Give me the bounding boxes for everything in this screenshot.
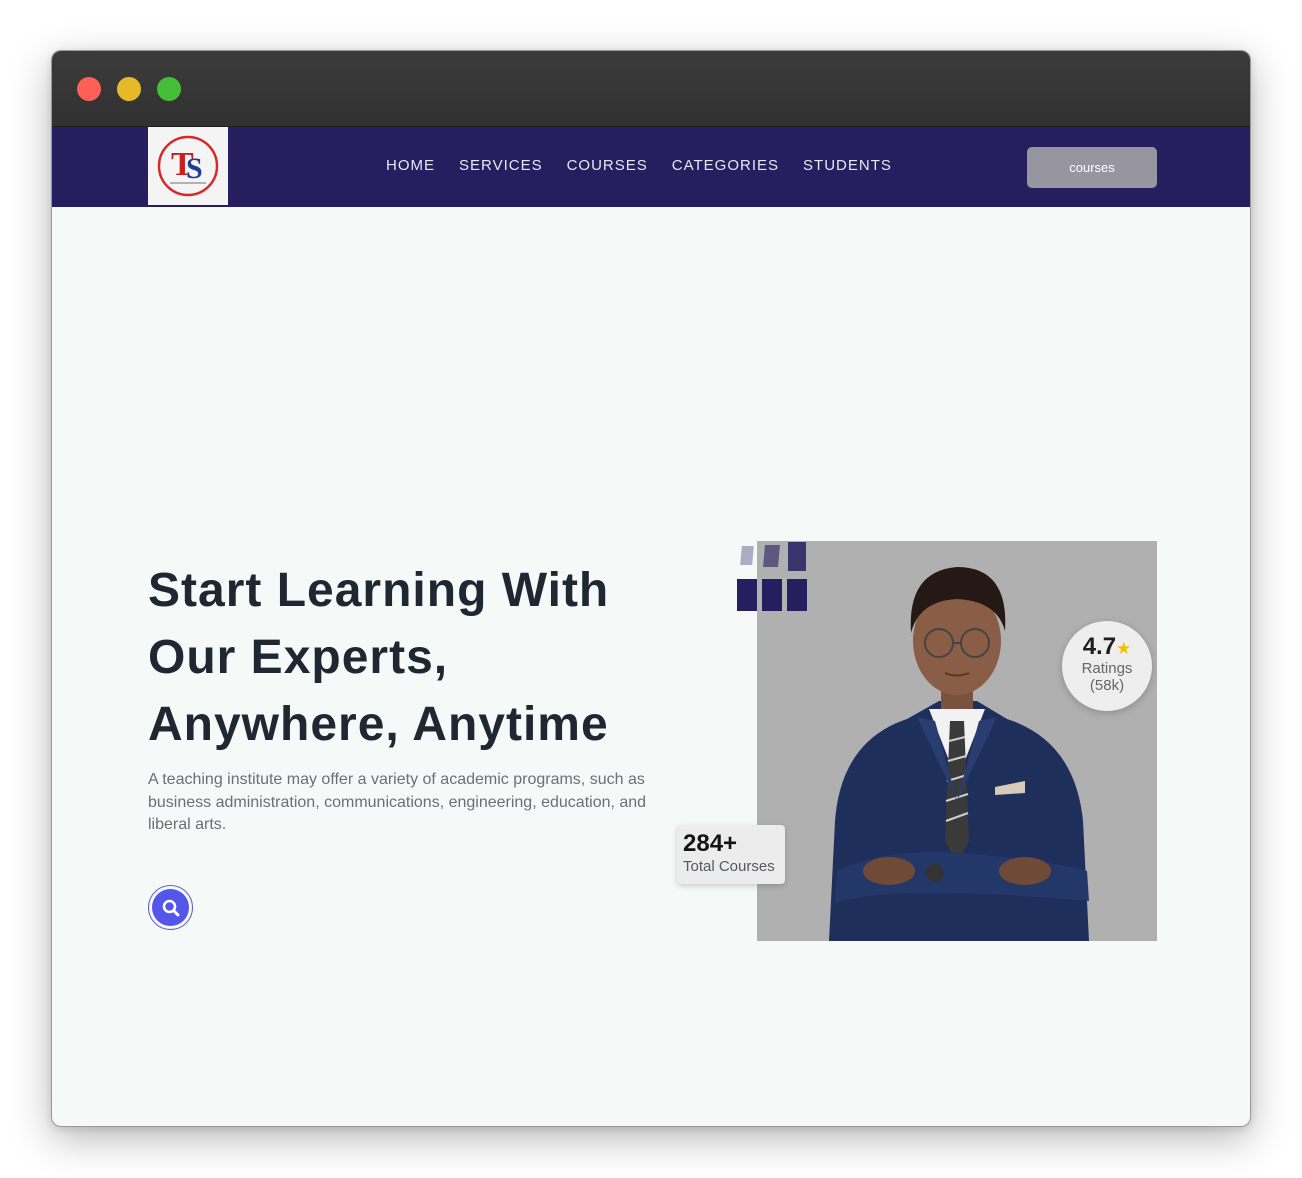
hero-instructor-photo [757,541,1157,941]
nav-categories[interactable]: CATEGORIES [672,157,779,174]
decor-block [787,579,807,611]
svg-text:S: S [186,152,203,185]
hero-title: Start Learning With Our Experts, Anywher… [148,557,668,758]
maximize-window-button[interactable] [157,77,181,101]
search-icon [162,899,179,916]
search-button-fill [152,889,189,926]
hero-title-line: Start Learning With [148,564,610,617]
site-navbar: T S HOME SERVICES COURSES CATEGORIES STU… [52,127,1250,207]
instructor-illustration [757,541,1157,941]
rating-value: 4.7 [1082,633,1117,660]
close-window-button[interactable] [77,77,101,101]
decor-block [740,546,754,565]
nav-menu: HOME SERVICES COURSES CATEGORIES STUDENT… [386,157,916,174]
rating-count: (58k) [1089,677,1125,694]
hero-title-line: Anywhere, Anytime [148,698,609,751]
nav-services[interactable]: SERVICES [459,157,543,174]
decor-block [763,545,780,567]
total-courses-card: 284+ Total Courses [677,825,785,884]
search-button[interactable] [148,885,193,930]
hero-title-line: Our Experts, [148,631,449,684]
ts-logo-icon: T S [157,135,219,197]
courses-button[interactable]: courses [1027,147,1157,188]
nav-students[interactable]: STUDENTS [803,157,892,174]
hero-description: A teaching institute may offer a variety… [148,771,647,833]
total-courses-value: 284+ [683,830,738,857]
decor-block [788,542,806,571]
nav-home[interactable]: HOME [386,157,435,174]
brand-logo[interactable]: T S [148,127,228,205]
decor-block [737,579,757,611]
minimize-window-button[interactable] [117,77,141,101]
browser-window: T S HOME SERVICES COURSES CATEGORIES STU… [51,50,1251,1127]
total-courses-label: Total Courses [683,858,775,875]
nav-courses[interactable]: COURSES [567,157,648,174]
rating-badge: 4.7★ Ratings (58k) [1062,621,1152,711]
rating-label: Ratings [1081,660,1133,677]
decor-block [762,579,782,611]
star-icon: ★ [1116,639,1132,658]
window-titlebar [52,51,1250,127]
